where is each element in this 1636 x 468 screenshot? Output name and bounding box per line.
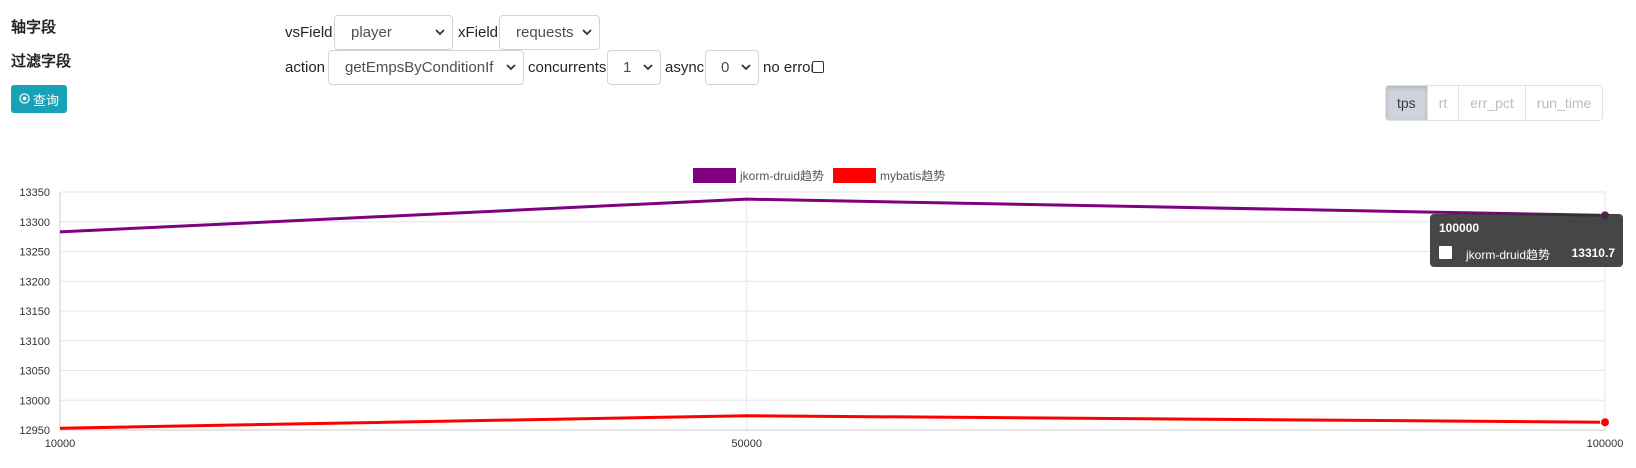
chart-series-lines <box>59 197 1610 430</box>
legend-swatch <box>833 168 877 183</box>
x-tick-label: 100000 <box>1587 438 1624 450</box>
y-tick-label: 13150 <box>19 306 50 318</box>
x-tick-label: 10000 <box>45 438 76 450</box>
y-tick-label: 12950 <box>19 425 50 437</box>
y-axis-tick-labels: 12950 13000 13050 13100 13150 13200 13250 13300… <box>19 187 50 437</box>
series-line <box>59 414 1606 430</box>
y-tick-label: 13200 <box>19 276 50 288</box>
tooltip-series-name: jkorm-druid趋势 <box>1466 248 1551 262</box>
series-point <box>1600 417 1610 428</box>
legend-label: mybatis趋势 <box>880 169 945 183</box>
y-tick-label: 13100 <box>19 336 50 348</box>
y-tick-label: 13000 <box>19 395 50 407</box>
x-tick-label: 50000 <box>731 438 762 450</box>
x-axis-tick-labels: 10000 50000 100000 <box>45 438 1624 450</box>
chart-grid <box>59 191 1606 431</box>
y-tick-label: 13250 <box>19 247 50 259</box>
tooltip-series-swatch <box>1439 246 1452 259</box>
y-tick-label: 13050 <box>19 366 50 378</box>
y-tick-label: 13350 <box>19 187 50 199</box>
tooltip-title: 100000 <box>1439 221 1480 235</box>
chart-tooltip: 100000 jkorm-druid趋势 13310.7 <box>1430 214 1623 267</box>
legend-label: jkorm-druid趋势 <box>739 169 824 183</box>
series-line <box>59 197 1606 234</box>
tooltip-series-value: 13310.7 <box>1571 246 1615 260</box>
chart-legend: jkorm-druid趋势 mybatis趋势 <box>693 168 945 183</box>
legend-swatch <box>693 168 736 183</box>
line-chart: 12950 13000 13050 13100 13150 13200 13250 13300… <box>19 168 1624 450</box>
y-tick-label: 13300 <box>19 217 50 229</box>
